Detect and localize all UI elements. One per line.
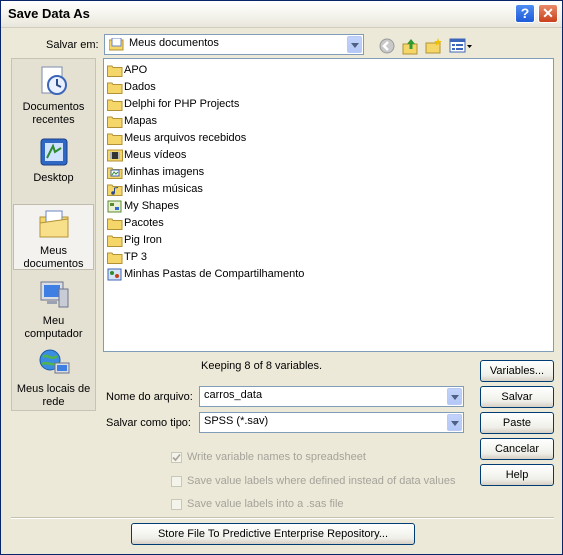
back-icon[interactable] [378,37,396,55]
place-network[interactable]: Meus locais de rede [13,347,94,409]
save-value-labels-checkbox[interactable] [171,476,182,487]
place-desktop[interactable]: Desktop [13,136,94,186]
variables-status: Keeping 8 of 8 variables. [201,360,323,372]
network-places-icon [39,349,69,374]
save-sas-labels-checkbox[interactable] [171,499,182,510]
file-name: Dados [124,81,156,93]
save-value-labels-label: Save value labels where defined instead … [187,475,456,487]
save-in-value: Meus documentos [129,37,219,49]
help-icon[interactable]: ? [515,4,535,23]
place-my-documents[interactable]: Meus documentos [13,204,94,270]
recent-documents-icon [41,66,67,95]
file-name: Meus vídeos [124,149,187,161]
file-name: Delphi for PHP Projects [124,98,240,110]
chevron-down-icon[interactable] [347,36,362,53]
save-in-label: Salvar em: [46,39,99,51]
file-name: Minhas Pastas de Compartilhamento [124,268,305,280]
file-name: My Shapes [124,200,180,212]
new-folder-icon[interactable] [425,37,443,55]
write-variable-names-checkbox[interactable] [171,452,182,463]
save-data-dialog: Save Data As ? ✕ Salvar em: Meus documen… [0,0,563,555]
paste-button[interactable]: Paste [480,412,554,434]
folder-icon [107,218,123,230]
window-title: Save Data As [8,6,90,21]
folder-icon [107,82,123,94]
place-label: Meus locais de rede [16,383,91,408]
folder-icon [107,235,123,247]
music-folder-icon [107,184,123,196]
title-bar[interactable]: Save Data As ? ✕ [1,1,562,28]
chevron-down-icon[interactable] [447,414,462,431]
pictures-folder-icon [107,167,123,179]
file-list[interactable]: APO Dados Delphi for PHP Projects Mapas … [103,58,554,352]
place-my-computer[interactable]: Meu computador [13,279,94,340]
filename-value: carros_data [204,389,263,401]
file-name: Mapas [124,115,158,127]
videos-folder-icon [107,149,123,162]
place-label: Desktop [33,172,74,184]
place-label: Meu computador [24,315,83,340]
desktop-icon [40,138,67,166]
file-name: APO [124,64,148,76]
divider [11,517,554,519]
folder-icon [107,99,123,111]
my-computer-icon [40,281,68,308]
save-button[interactable]: Salvar [480,386,554,408]
file-name: Meus arquivos recebidos [124,132,247,144]
place-label: Meus documentos [23,245,84,270]
folder-icon [107,133,123,145]
file-name: Pacotes [124,217,164,229]
my-documents-small-icon [109,38,124,51]
chevron-down-icon[interactable] [447,388,462,405]
write-variable-names-label: Write variable names to spreadsheet [187,451,366,463]
shapes-folder-icon [107,200,122,213]
file-name: Pig Iron [124,234,162,246]
help-button[interactable]: Help [480,464,554,486]
file-name: Minhas músicas [124,183,203,195]
file-name: Minhas imagens [124,166,205,178]
folder-icon [107,65,123,77]
store-repository-button[interactable]: Store File To Predictive Enterprise Repo… [131,523,415,545]
folder-icon [107,252,123,264]
variables-button[interactable]: Variables... [480,360,554,382]
save-sas-labels-label: Save value labels into a .sas file [187,498,344,510]
place-recent-documents[interactable]: Documentos recentes [13,65,94,131]
checkmark-icon [172,453,181,462]
save-in-dropdown[interactable]: Meus documentos [104,34,364,55]
filetype-label: Salvar como tipo: [106,417,191,429]
up-folder-icon[interactable] [402,37,420,55]
shared-folder-icon [107,268,122,281]
file-name: TP 3 [124,251,148,263]
filename-label: Nome do arquivo: [106,391,193,403]
folder-icon [107,116,123,128]
close-icon[interactable]: ✕ [538,4,558,23]
view-menu-icon[interactable] [449,37,473,55]
filetype-dropdown[interactable]: SPSS (*.sav) [199,412,464,433]
filetype-value: SPSS (*.sav) [204,415,269,427]
filename-field[interactable]: carros_data [199,386,464,407]
my-documents-icon [39,210,68,238]
places-bar: Documentos recentes Desktop Meus documen… [11,58,96,411]
place-label: Documentos recentes [22,101,85,126]
cancel-button[interactable]: Cancelar [480,438,554,460]
